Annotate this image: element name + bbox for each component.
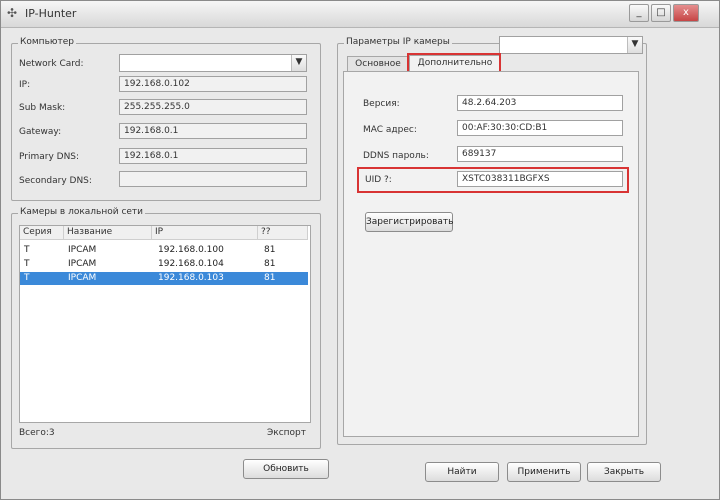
cameras-group-legend: Камеры в локальной сети (18, 207, 146, 217)
mac-address-field[interactable]: 00:AF:30:30:CD:B1 (457, 120, 623, 136)
network-card-label: Network Card: (19, 59, 84, 69)
primary-dns-field[interactable]: 192.168.0.1 (119, 148, 307, 164)
table-row[interactable]: T IPCAM 192.168.0.100 81 (20, 244, 308, 257)
export-link[interactable]: Экспорт (267, 428, 306, 438)
cell-name: IPCAM (68, 245, 97, 255)
cell-port: 81 (264, 259, 276, 269)
mac-address-label: MAC адрес: (363, 125, 417, 135)
computer-group-legend: Компьютер (18, 37, 76, 47)
cell-series: T (24, 245, 30, 255)
cell-name: IPCAM (68, 273, 97, 283)
cell-ip: 192.168.0.103 (158, 273, 224, 283)
refresh-button[interactable]: Обновить (243, 459, 329, 479)
sub-mask-label: Sub Mask: (19, 103, 66, 113)
window-title: IP-Hunter (25, 7, 77, 20)
table-row-selected[interactable]: T IPCAM 192.168.0.103 81 (20, 272, 308, 285)
column-header-ip[interactable]: IP (152, 226, 258, 240)
cell-ip: 192.168.0.104 (158, 259, 224, 269)
uid-label: UID ?: (365, 175, 392, 185)
sub-mask-field[interactable]: 255.255.255.0 (119, 99, 307, 115)
close-button[interactable]: Закрыть (587, 462, 661, 482)
tab-advanced-highlight (407, 53, 501, 73)
chevron-down-icon[interactable]: ▼ (627, 37, 642, 53)
ddns-password-label: DDNS пароль: (363, 151, 429, 161)
cell-port: 81 (264, 245, 276, 255)
gateway-label: Gateway: (19, 127, 62, 137)
camera-count: Всего:3 (19, 428, 55, 438)
ip-field[interactable]: 192.168.0.102 (119, 76, 307, 92)
table-row[interactable]: T IPCAM 192.168.0.104 81 (20, 258, 308, 271)
ddns-password-field[interactable]: 689137 (457, 146, 623, 162)
ip-label: IP: (19, 80, 31, 90)
primary-dns-label: Primary DNS: (19, 152, 80, 162)
find-button[interactable]: Найти (425, 462, 499, 482)
minimize-button[interactable]: _ (629, 4, 649, 22)
uid-field[interactable]: XSTC038311BGFXS (457, 171, 623, 187)
cell-port: 81 (264, 273, 276, 283)
cell-series: T (24, 259, 30, 269)
ip-hunter-window: ✣ IP-Hunter _ □ x Компьютер Network Card… (0, 0, 720, 500)
cell-series: T (24, 273, 30, 283)
version-label: Версия: (363, 99, 400, 109)
title-bar[interactable]: ✣ IP-Hunter _ □ x (1, 1, 719, 28)
secondary-dns-field[interactable] (119, 171, 307, 187)
column-header-series[interactable]: Серия (20, 226, 64, 240)
maximize-button[interactable]: □ (651, 4, 671, 22)
camera-params-legend: Параметры IP камеры (344, 37, 452, 47)
column-header-port[interactable]: ?? (258, 226, 308, 240)
close-window-button[interactable]: x (673, 4, 699, 22)
register-button[interactable]: Зарегистрировать (365, 212, 453, 232)
version-field[interactable]: 48.2.64.203 (457, 95, 623, 111)
camera-params-select[interactable]: ▼ (499, 36, 643, 54)
camera-list[interactable]: Серия Название IP ?? T IPCAM 192.168.0.1… (19, 225, 311, 423)
tab-basic[interactable]: Основное (347, 56, 409, 72)
network-card-select[interactable]: ▼ (119, 54, 307, 72)
cell-name: IPCAM (68, 259, 97, 269)
cell-ip: 192.168.0.100 (158, 245, 224, 255)
apply-button[interactable]: Применить (507, 462, 581, 482)
gateway-field[interactable]: 192.168.0.1 (119, 123, 307, 139)
column-header-name[interactable]: Название (64, 226, 152, 240)
chevron-down-icon[interactable]: ▼ (291, 55, 306, 71)
app-icon: ✣ (7, 6, 18, 20)
secondary-dns-label: Secondary DNS: (19, 176, 92, 186)
